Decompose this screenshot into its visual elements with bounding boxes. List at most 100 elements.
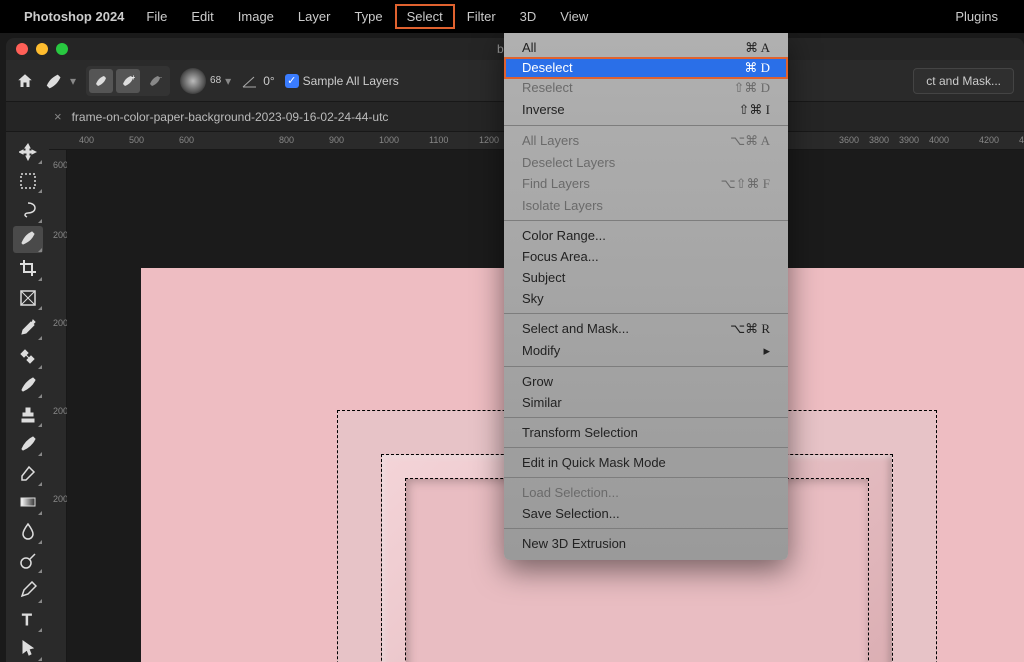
tool-eyedropper[interactable] [13, 313, 43, 340]
tool-gradient[interactable] [13, 489, 43, 516]
tool-crop[interactable] [13, 255, 43, 282]
sample-all-layers-checkbox[interactable]: ✓ [285, 74, 299, 88]
menuitem-inverse[interactable]: Inverse⇧⌘ I [504, 99, 788, 121]
menuitem-label: Subject [522, 270, 565, 285]
menuitem-grow[interactable]: Grow [504, 371, 788, 392]
system-menubar: Photoshop 2024 FileEditImageLayerTypeSel… [0, 0, 1024, 33]
menuitem-isolate-layers: Isolate Layers [504, 195, 788, 216]
menu-plugins[interactable]: Plugins [943, 4, 1010, 29]
window-min-icon[interactable] [36, 43, 48, 55]
tool-eraser[interactable] [13, 459, 43, 486]
menuitem-similar[interactable]: Similar [504, 392, 788, 413]
tool-marquee[interactable] [13, 167, 43, 194]
menuitem-sky[interactable]: Sky [504, 288, 788, 309]
menuitem-all-layers: All Layers⌥⌘ A [504, 130, 788, 152]
ruler-tick: 4400 [1019, 135, 1024, 145]
ruler-tick: 3800 [869, 135, 889, 145]
menu-filter[interactable]: Filter [455, 4, 508, 29]
menuitem-label: Edit in Quick Mask Mode [522, 455, 666, 470]
ruler-tick: 600 [179, 135, 194, 145]
tool-cursor[interactable] [13, 635, 43, 662]
menuitem-all[interactable]: All⌘ A [504, 37, 788, 59]
menuitem-modify[interactable]: Modify ▸ [504, 340, 788, 362]
ruler-vertical[interactable]: 600200200200200 [49, 150, 67, 662]
mode-new-icon[interactable] [89, 69, 113, 93]
shortcut-label: ⌥⇧⌘ F [721, 176, 770, 192]
menu-select[interactable]: Select [395, 4, 455, 29]
ruler-tick: 1200 [479, 135, 499, 145]
shortcut-label: ⌥⌘ R [730, 321, 770, 337]
brush-size-preview[interactable] [180, 68, 206, 94]
brush-preset-icon[interactable] [44, 72, 66, 90]
home-icon[interactable] [16, 72, 34, 90]
ruler-tick: 900 [329, 135, 344, 145]
menuitem-label: New 3D Extrusion [522, 536, 626, 551]
submenu-arrow-icon: ▸ [763, 343, 770, 359]
tool-frame[interactable] [13, 284, 43, 311]
tool-lasso[interactable] [13, 196, 43, 223]
tool-pen[interactable] [13, 576, 43, 603]
angle-value[interactable]: 0° [263, 74, 274, 88]
select-and-mask-button[interactable]: ct and Mask... [913, 68, 1014, 94]
tab-filename[interactable]: frame-on-color-paper-background-2023-09-… [72, 110, 389, 124]
shortcut-label: ⇧⌘ D [733, 80, 770, 96]
selection-mode-group: + − [86, 66, 170, 96]
menuitem-transform-selection[interactable]: Transform Selection [504, 422, 788, 443]
ruler-tick: 3900 [899, 135, 919, 145]
sample-all-layers-label: Sample All Layers [303, 74, 399, 88]
svg-text:−: − [158, 74, 162, 82]
menu-view[interactable]: View [548, 4, 600, 29]
tool-move[interactable] [13, 138, 43, 165]
shortcut-label: ⇧⌘ I [739, 102, 770, 118]
menu-3d[interactable]: 3D [508, 4, 549, 29]
menuitem-focus-area[interactable]: Focus Area... [504, 246, 788, 267]
tool-dodge[interactable] [13, 547, 43, 574]
svg-text:T: T [22, 612, 32, 628]
tool-quick-select[interactable] [13, 226, 43, 253]
brush-size-value[interactable]: 68 [210, 75, 221, 86]
mode-sub-icon[interactable]: − [143, 69, 167, 93]
ruler-tick: 800 [279, 135, 294, 145]
menuitem-label: Grow [522, 374, 553, 389]
shortcut-label: ⌘ D [744, 60, 770, 76]
tool-healing[interactable] [13, 343, 43, 370]
shortcut-label: ⌥⌘ A [730, 133, 770, 149]
menu-edit[interactable]: Edit [179, 4, 225, 29]
menuitem-color-range[interactable]: Color Range... [504, 225, 788, 246]
menuitem-label: Save Selection... [522, 506, 620, 521]
mode-add-icon[interactable]: + [116, 69, 140, 93]
menu-image[interactable]: Image [226, 4, 286, 29]
window-close-icon[interactable] [16, 43, 28, 55]
menuitem-label: Load Selection... [522, 485, 619, 500]
ruler-tick: 600 [53, 160, 68, 170]
menu-type[interactable]: Type [342, 4, 394, 29]
ruler-tick: 200 [53, 406, 68, 416]
tool-type[interactable]: T [13, 606, 43, 633]
tool-blur[interactable] [13, 518, 43, 545]
menuitem-label: Isolate Layers [522, 198, 603, 213]
menuitem-deselect[interactable]: Deselect⌘ D [504, 57, 788, 79]
tool-brush[interactable] [13, 372, 43, 399]
menu-layer[interactable]: Layer [286, 4, 343, 29]
window-max-icon[interactable] [56, 43, 68, 55]
tab-close-icon[interactable]: × [54, 109, 62, 124]
menuitem-label: Modify [522, 343, 560, 359]
menuitem-select-and-mask[interactable]: Select and Mask... ⌥⌘ R [504, 318, 788, 340]
angle-icon [241, 72, 259, 90]
ruler-tick: 200 [53, 494, 68, 504]
menu-file[interactable]: File [134, 4, 179, 29]
menuitem-save-selection[interactable]: Save Selection... [504, 503, 788, 524]
menuitem-subject[interactable]: Subject [504, 267, 788, 288]
app-name[interactable]: Photoshop 2024 [24, 9, 124, 24]
menuitem-label: Select and Mask... [522, 321, 629, 337]
menuitem-label: All [522, 40, 536, 56]
menuitem-edit-in-quick-mask-mode[interactable]: Edit in Quick Mask Mode [504, 452, 788, 473]
menuitem-load-selection: Load Selection... [504, 482, 788, 503]
ruler-tick: 4200 [979, 135, 999, 145]
menuitem-reselect: Reselect⇧⌘ D [504, 77, 788, 99]
ruler-tick: 1100 [429, 135, 448, 145]
menuitem-label: Color Range... [522, 228, 606, 243]
menuitem-new-3d-extrusion[interactable]: New 3D Extrusion [504, 533, 788, 554]
tool-history-brush[interactable] [13, 430, 43, 457]
tool-stamp[interactable] [13, 401, 43, 428]
